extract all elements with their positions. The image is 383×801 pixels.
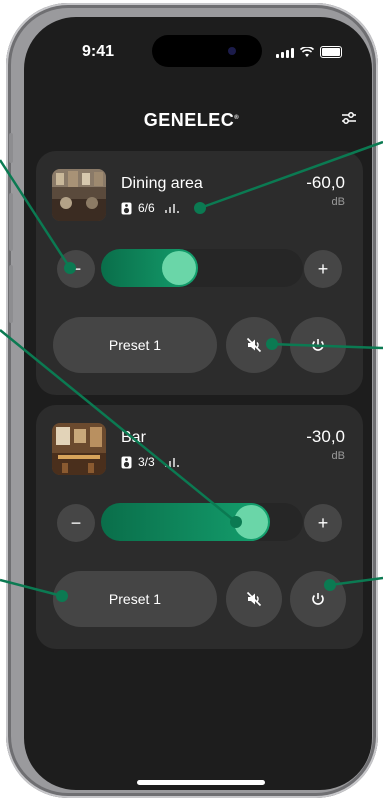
cellular-signal-icon (276, 48, 294, 58)
status-icons (276, 46, 342, 58)
power-button[interactable] (290, 317, 346, 373)
mute-button[interactable] (226, 317, 282, 373)
volume-down-button[interactable]: − (57, 250, 95, 288)
volume-up-hw (9, 193, 13, 251)
zone-card-bar: Bar 3/3 -30,0 dB − + Preset 1 (36, 405, 363, 649)
mute-icon (246, 337, 262, 353)
brand-text: GENELEC (143, 110, 235, 130)
sliders-icon[interactable] (340, 109, 358, 127)
volume-up-button[interactable]: + (304, 504, 342, 542)
level-unit: dB (331, 196, 345, 208)
power-button[interactable] (290, 571, 346, 627)
zone-thumbnail (52, 423, 106, 475)
power-icon (312, 339, 324, 351)
mute-button[interactable] (226, 571, 282, 627)
volume-slider[interactable] (101, 503, 303, 541)
brand-logo: GENELEC® (0, 110, 383, 131)
mute-switch (9, 133, 13, 163)
level-readout: -60,0 (306, 173, 345, 192)
mute-icon (246, 591, 262, 607)
zone-name: Bar (121, 429, 146, 446)
brand-mark: ® (234, 115, 240, 121)
zone-thumbnail (52, 169, 106, 221)
level-unit: dB (331, 450, 345, 462)
power-icon (312, 593, 324, 605)
dynamic-island (152, 35, 262, 67)
zone-card-dining: Dining area 6/6 -60,0 dB − + Preset 1 (36, 151, 363, 395)
speaker-count: 3/3 (138, 455, 155, 469)
level-bars-icon (164, 458, 179, 467)
app-screen: 9:41 (24, 17, 372, 790)
preset-button[interactable]: Preset 1 (53, 317, 217, 373)
volume-knob[interactable] (234, 505, 268, 539)
speaker-count: 6/6 (138, 201, 155, 215)
level-bars-icon (164, 204, 179, 213)
wifi-icon (300, 47, 314, 57)
zone-name: Dining area (121, 175, 203, 192)
volume-down-button[interactable]: − (57, 504, 95, 542)
level-readout: -30,0 (306, 427, 345, 446)
speaker-icon (121, 456, 132, 468)
status-time: 9:41 (82, 43, 115, 60)
zone-meta: 6/6 (121, 201, 179, 215)
speaker-icon (121, 202, 132, 214)
camera-dot (228, 47, 236, 55)
volume-knob[interactable] (162, 251, 196, 285)
volume-up-button[interactable]: + (304, 250, 342, 288)
preset-button[interactable]: Preset 1 (53, 571, 217, 627)
battery-icon (320, 46, 342, 58)
home-indicator (137, 780, 265, 785)
volume-down-hw (9, 265, 13, 323)
zone-meta: 3/3 (121, 455, 179, 469)
volume-slider[interactable] (101, 249, 303, 287)
